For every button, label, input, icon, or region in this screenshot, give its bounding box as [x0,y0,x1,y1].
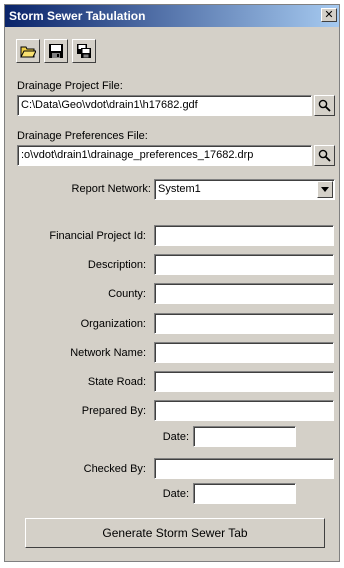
dropdown-button[interactable] [317,181,333,198]
prepared-by-input[interactable] [154,400,334,421]
report-network-value: System1 [158,183,201,195]
search-icon [318,149,331,162]
financial-project-id-input[interactable] [154,225,334,246]
open-file-button[interactable] [16,39,40,63]
report-network-select[interactable]: System1 [154,179,335,200]
save-all-button[interactable] [72,39,96,63]
state-road-label: State Road: [87,376,146,388]
description-input[interactable] [154,254,334,275]
window-title: Storm Sewer Tabulation [9,9,146,23]
open-folder-icon [20,46,36,58]
financial-project-id-label: Financial Project Id: [49,230,146,242]
project-file-input[interactable]: C:\Data\Geo\vdot\drain1\h17682.gdf [17,95,312,116]
description-label: Description: [87,259,146,271]
preferences-file-label: Drainage Preferences File: [17,130,148,142]
generate-storm-sewer-tab-button[interactable]: Generate Storm Sewer Tab [25,518,325,548]
network-name-label: Network Name: [70,347,146,359]
chevron-down-icon [321,187,329,192]
county-label: County: [108,288,146,300]
title-bar: Storm Sewer Tabulation ✕ [5,5,339,27]
checked-date-label: Date: [162,488,189,500]
checked-date-input[interactable] [193,483,296,504]
county-input[interactable] [154,283,334,304]
search-icon [318,99,331,112]
project-file-label: Drainage Project File: [17,80,123,92]
generate-button-label: Generate Storm Sewer Tab [102,526,248,540]
prepared-date-label: Date: [162,431,189,443]
checked-by-label: Checked By: [83,463,146,475]
save-button[interactable] [44,39,68,63]
browse-project-file-button[interactable] [314,95,335,116]
storm-sewer-tabulation-window: Storm Sewer Tabulation ✕ Drainage Projec… [4,4,340,562]
organization-label: Organization: [80,318,146,330]
prepared-by-label: Prepared By: [81,405,146,417]
save-icon [49,44,63,58]
organization-input[interactable] [154,313,334,334]
preferences-file-input[interactable]: :o\vdot\drain1\drainage_preferences_1768… [17,145,312,166]
prepared-date-input[interactable] [193,426,296,447]
network-name-input[interactable] [154,342,334,363]
close-button[interactable]: ✕ [321,8,337,22]
save-all-icon [77,44,91,58]
state-road-input[interactable] [154,371,334,392]
browse-preferences-file-button[interactable] [314,145,335,166]
checked-by-input[interactable] [154,458,334,479]
report-network-label: Report Network: [71,183,151,195]
